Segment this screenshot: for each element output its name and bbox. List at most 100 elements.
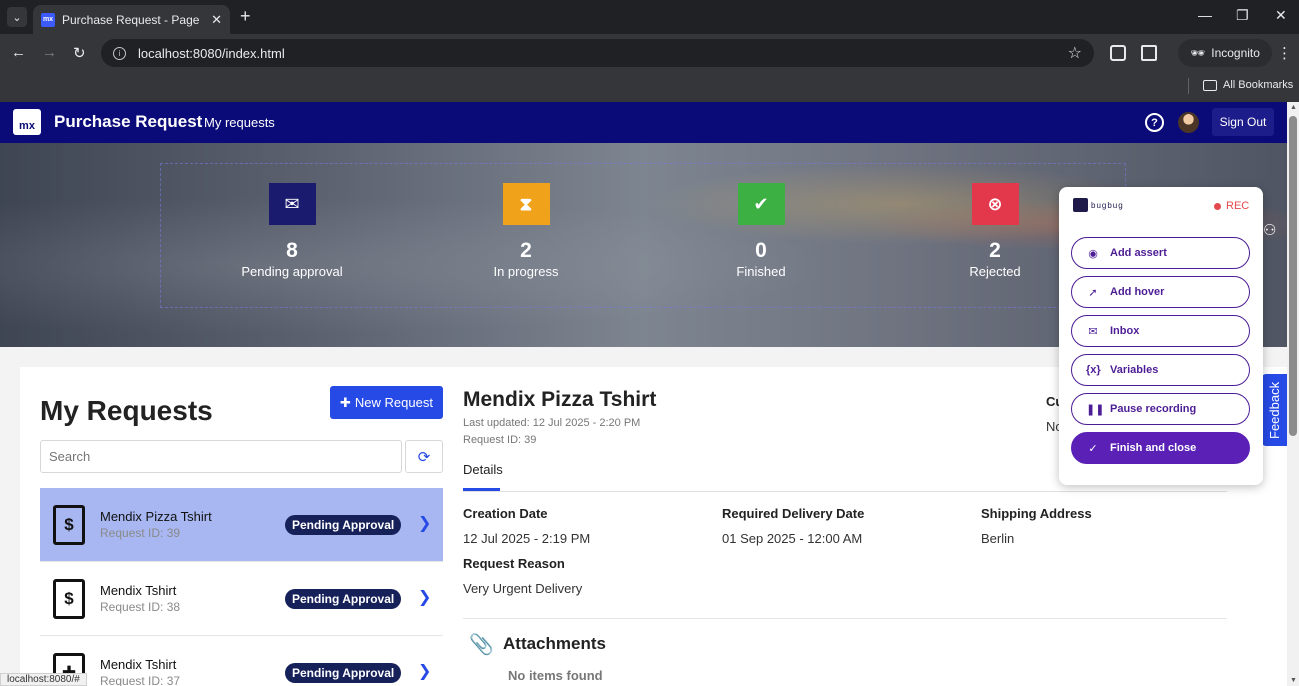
stat-in-progress[interactable]: ⧗ 2 In progress [451, 183, 601, 279]
bugbug-recorder-panel: bugbug REC ◉ Add assert ➚ Add hover ✉ In… [1059, 187, 1263, 485]
new-request-label: New Request [354, 395, 433, 410]
incognito-indicator[interactable]: 🕶 Incognito [1178, 39, 1272, 67]
stat-label: Finished [736, 264, 786, 279]
request-reason-value: Very Urgent Delivery [463, 581, 583, 596]
tab-search-chevron-icon[interactable]: ⌄ [7, 7, 27, 27]
variables-icon: {x} [1086, 364, 1101, 376]
sign-out-button[interactable]: Sign Out [1212, 108, 1274, 136]
scroll-down-arrow-icon[interactable]: ▼ [1290, 677, 1297, 684]
finish-and-close-button[interactable]: ✓ Finish and close [1071, 432, 1250, 464]
user-avatar[interactable] [1178, 112, 1199, 133]
stat-label: Pending approval [241, 264, 343, 279]
delivery-date-label: Required Delivery Date [722, 506, 865, 521]
status-badge: Pending Approval [285, 589, 402, 609]
page-scrollbar[interactable]: ▲ ▼ [1287, 102, 1299, 686]
incognito-label: Incognito [1211, 46, 1260, 60]
mendix-favicon-icon: mx [41, 12, 55, 27]
mendix-logo[interactable]: mx [13, 109, 41, 135]
status-badge: Pending Approval [285, 663, 402, 683]
bookmarks-separator [1188, 78, 1189, 94]
chevron-right-icon[interactable]: ❯ [418, 661, 431, 681]
site-info-icon[interactable]: i [113, 46, 126, 60]
add-assert-button[interactable]: ◉ Add assert [1071, 237, 1250, 269]
bugbug-logo: bugbug [1073, 198, 1124, 212]
restore-icon[interactable]: ❐ [1236, 7, 1249, 24]
inbox-button[interactable]: ✉ Inbox [1071, 315, 1250, 347]
status-bar-url: localhost:8080/# [0, 673, 87, 686]
envelope-icon: ✉ [268, 183, 316, 225]
request-row[interactable]: $ Mendix Tshirt Request ID: 38 Pending A… [40, 562, 443, 636]
bookmarks-bar: All Bookmarks [0, 72, 1299, 102]
no-items-text: No items found [508, 668, 603, 683]
folder-icon [1203, 79, 1217, 91]
feedback-tab[interactable]: Feedback [1262, 374, 1287, 446]
pause-recording-button[interactable]: ❚❚ Pause recording [1071, 393, 1250, 425]
button-label: Add hover [1110, 286, 1165, 298]
incognito-icon: 🕶 [1190, 46, 1206, 60]
stat-count: 2 [520, 239, 532, 262]
extensions-puzzle-icon[interactable] [1141, 45, 1157, 61]
help-icon[interactable]: ? [1145, 113, 1164, 132]
stat-finished[interactable]: ✔ 0 Finished [686, 183, 836, 279]
button-label: Inbox [1110, 325, 1140, 337]
all-bookmarks-label: All Bookmarks [1223, 79, 1294, 91]
bugbug-logo-text: bugbug [1091, 200, 1124, 210]
url-text[interactable]: localhost:8080/index.html [138, 46, 285, 61]
paperclip-icon: 📎 [469, 634, 494, 656]
shipping-address-label: Shipping Address [981, 506, 1092, 521]
chevron-right-icon[interactable]: ❯ [418, 513, 431, 533]
status-badge: Pending Approval [285, 515, 402, 535]
back-arrow-icon[interactable]: ← [11, 44, 26, 61]
creation-date-value: 12 Jul 2025 - 2:19 PM [463, 531, 591, 546]
list-title: My Requests [40, 395, 213, 426]
request-id: Request ID: 39 [100, 526, 181, 540]
app-navbar: mx Purchase Request My requests ? Sign O… [0, 102, 1287, 143]
window-close-icon[interactable]: ✕ [1275, 7, 1287, 24]
request-name: Mendix Pizza Tshirt [100, 509, 212, 524]
stat-label: Rejected [969, 264, 1021, 279]
add-hover-button[interactable]: ➚ Add hover [1071, 276, 1250, 308]
attachments-title: Attachments [503, 634, 606, 653]
mail-icon: ✉ [1088, 325, 1098, 338]
stat-count: 2 [989, 239, 1001, 262]
button-label: Pause recording [1110, 403, 1197, 415]
chevron-right-icon[interactable]: ❯ [418, 587, 431, 607]
cursor-icon: ➚ [1088, 286, 1098, 299]
request-id: Request ID: 37 [100, 674, 181, 686]
new-tab-plus-icon[interactable]: + [240, 6, 251, 27]
request-row[interactable]: ✚ Mendix Tshirt Request ID: 37 Pending A… [40, 636, 443, 686]
section-divider [463, 618, 1227, 619]
minimize-icon[interactable]: — [1198, 7, 1212, 23]
omnibox[interactable]: i localhost:8080/index.html ☆ [101, 39, 1094, 67]
my-requests-link[interactable]: My requests [204, 115, 275, 130]
shipping-address-value: Berlin [981, 531, 1015, 546]
address-bar-row: ← → ↻ i localhost:8080/index.html ☆ 🕶 In… [0, 34, 1299, 72]
bugbug-extension-icon[interactable] [1110, 45, 1126, 61]
browser-menu-icon[interactable]: ⋮ [1277, 44, 1292, 62]
scroll-up-arrow-icon[interactable]: ▲ [1290, 104, 1297, 111]
hourglass-icon: ⧗ [502, 183, 550, 225]
refresh-icon[interactable]: ⟳ [405, 440, 443, 473]
button-label: Variables [1110, 364, 1159, 376]
dollar-document-icon: $ [53, 505, 85, 545]
browser-tab[interactable]: mx Purchase Request - Page ✕ [33, 5, 230, 34]
tab-divider [463, 491, 1227, 492]
button-label: Finish and close [1110, 442, 1197, 454]
new-request-button[interactable]: ✚ New Request [330, 386, 443, 419]
all-bookmarks-button[interactable]: All Bookmarks [1203, 79, 1293, 91]
stat-rejected[interactable]: ⊗ 2 Rejected [920, 183, 1070, 279]
detail-request-id: Request ID: 39 [463, 434, 537, 446]
search-input[interactable] [40, 440, 402, 473]
scrollbar-thumb[interactable] [1289, 116, 1297, 436]
user-switch-icon[interactable]: ⚇ [1263, 221, 1276, 239]
bookmark-star-icon[interactable]: ☆ [1068, 43, 1082, 63]
app-title[interactable]: Purchase Request [54, 112, 202, 132]
close-tab-icon[interactable]: ✕ [211, 12, 222, 28]
forward-arrow-icon[interactable]: → [42, 44, 57, 61]
request-row[interactable]: $ Mendix Pizza Tshirt Request ID: 39 Pen… [40, 488, 443, 562]
variables-button[interactable]: {x} Variables [1071, 354, 1250, 386]
request-id: Request ID: 38 [100, 600, 181, 614]
stat-pending-approval[interactable]: ✉ 8 Pending approval [217, 183, 367, 279]
reload-icon[interactable]: ↻ [73, 44, 86, 62]
tab-details[interactable]: Details [463, 462, 503, 477]
